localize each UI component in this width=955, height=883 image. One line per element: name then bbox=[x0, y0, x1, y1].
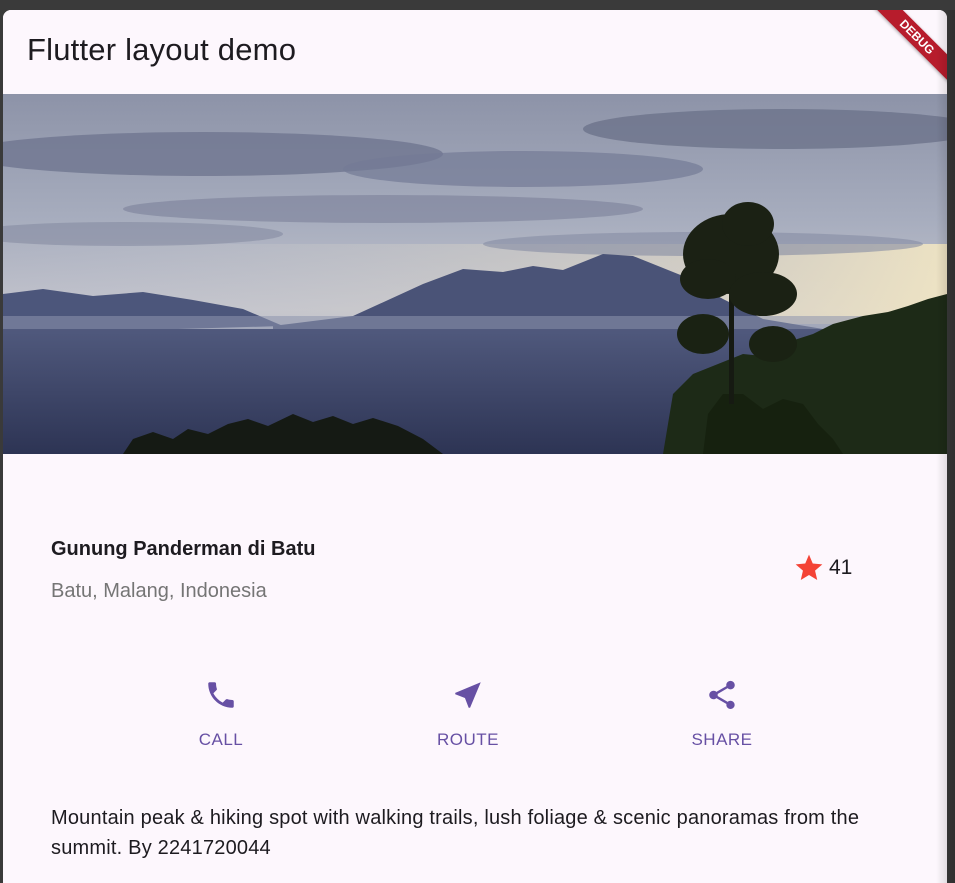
place-location: Batu, Malang, Indonesia bbox=[51, 580, 267, 602]
place-name: Gunung Panderman di Batu bbox=[51, 538, 316, 560]
share-label: SHARE bbox=[691, 730, 753, 749]
hero-image bbox=[3, 94, 947, 454]
app-bar-title: Flutter layout demo bbox=[27, 32, 297, 67]
app-bar: Flutter layout demo DEBUG bbox=[3, 10, 947, 94]
debug-banner: DEBUG bbox=[865, 10, 947, 89]
app-window: Flutter layout demo DEBUG Gunung Panderm… bbox=[3, 10, 947, 883]
star-icon bbox=[795, 554, 823, 580]
call-button[interactable]: CALL bbox=[161, 678, 281, 750]
favorite-rating[interactable]: 41 bbox=[793, 552, 852, 584]
favorite-count: 41 bbox=[829, 556, 853, 579]
route-label: ROUTE bbox=[437, 730, 499, 749]
phone-icon bbox=[208, 682, 234, 708]
description-text: Mountain peak & hiking spot with walking… bbox=[51, 807, 860, 859]
route-button[interactable]: ROUTE bbox=[408, 678, 528, 750]
share-icon bbox=[709, 680, 735, 710]
title-section: Gunung Panderman di Batu Batu, Malang, I… bbox=[3, 454, 947, 674]
call-label: CALL bbox=[198, 730, 244, 749]
button-section: CALL ROUTE SHARE bbox=[3, 678, 947, 758]
share-button[interactable]: SHARE bbox=[662, 678, 782, 750]
navigation-icon bbox=[455, 682, 481, 708]
